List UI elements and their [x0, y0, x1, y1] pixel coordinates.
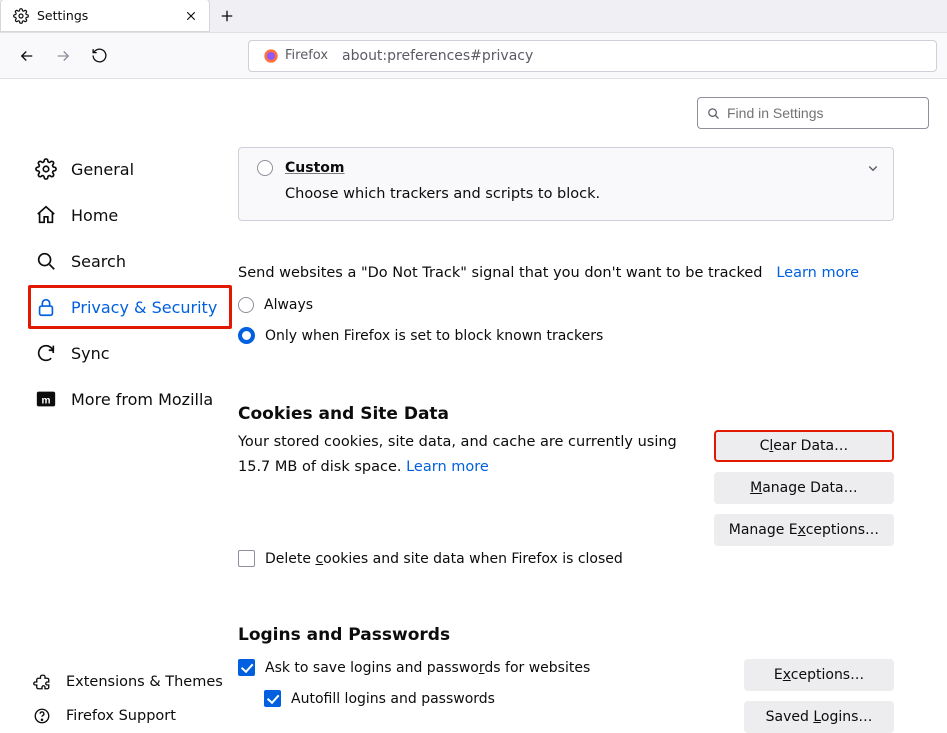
- sync-icon: [35, 342, 57, 364]
- help-icon: [32, 706, 52, 726]
- puzzle-icon: [32, 672, 52, 692]
- logins-exceptions-button[interactable]: Exceptions…: [744, 659, 894, 691]
- sidebar-item-label: More from Mozilla: [71, 390, 213, 409]
- gear-icon: [35, 158, 57, 180]
- checkbox-ask-save-logins[interactable]: [238, 659, 255, 676]
- tab-title: Settings: [37, 8, 175, 23]
- sidebar-item-label: Privacy & Security: [71, 298, 217, 317]
- sidebar-footer-label: Firefox Support: [66, 708, 176, 724]
- identity-label: Firefox: [285, 48, 328, 63]
- delete-on-close-label: Delete cookies and site data when Firefo…: [265, 551, 623, 567]
- dnt-always-label: Always: [264, 297, 313, 313]
- manage-data-button[interactable]: Manage Data…: [714, 472, 894, 504]
- sidebar-item-privacy[interactable]: Privacy & Security: [28, 285, 232, 329]
- back-button[interactable]: [10, 39, 44, 73]
- cookies-title: Cookies and Site Data: [238, 404, 894, 424]
- cookies-desc: Your stored cookies, site data, and cach…: [238, 430, 684, 479]
- firefox-icon: [263, 48, 279, 64]
- home-icon: [35, 204, 57, 226]
- manage-exceptions-button[interactable]: Manage Exceptions…: [714, 514, 894, 546]
- search-input[interactable]: [727, 105, 920, 121]
- browser-tab-settings[interactable]: Settings: [0, 0, 210, 32]
- svg-text:m: m: [42, 396, 51, 407]
- checkbox-delete-on-close[interactable]: [238, 550, 255, 567]
- logins-title: Logins and Passwords: [238, 625, 714, 645]
- new-tab-button[interactable]: [210, 0, 244, 32]
- reload-button[interactable]: [82, 39, 116, 73]
- sidebar-item-label: Home: [71, 206, 118, 225]
- custom-desc: Choose which trackers and scripts to blo…: [285, 186, 853, 202]
- ask-save-logins-label: Ask to save logins and passwords for web…: [265, 660, 590, 676]
- sidebar-item-sync[interactable]: Sync: [28, 331, 232, 375]
- dnt-only-label: Only when Firefox is set to block known …: [265, 328, 603, 344]
- search-icon: [706, 106, 721, 121]
- radio-custom[interactable]: [257, 160, 273, 176]
- nav-toolbar: Firefox about:preferences#privacy: [0, 33, 947, 79]
- settings-sidebar: General Home Search Privacy & Security: [0, 147, 232, 733]
- dnt-section: Send websites a "Do Not Track" signal th…: [238, 265, 894, 344]
- settings-content: Custom Choose which trackers and scripts…: [232, 147, 912, 733]
- sidebar-footer-label: Extensions & Themes: [66, 674, 223, 690]
- sidebar-item-more-mozilla[interactable]: m More from Mozilla: [28, 377, 232, 421]
- tab-strip: Settings: [0, 0, 947, 33]
- url-text: about:preferences#privacy: [342, 48, 533, 64]
- tracking-custom-option[interactable]: Custom Choose which trackers and scripts…: [238, 147, 894, 221]
- cookies-section: Cookies and Site Data Your stored cookie…: [238, 404, 894, 567]
- radio-dnt-always[interactable]: [238, 297, 254, 313]
- gear-icon: [13, 8, 29, 24]
- url-bar[interactable]: Firefox about:preferences#privacy: [248, 40, 937, 72]
- checkbox-autofill-logins[interactable]: [264, 690, 281, 707]
- close-icon[interactable]: [183, 8, 199, 24]
- lock-icon: [35, 296, 57, 318]
- dnt-text: Send websites a "Do Not Track" signal th…: [238, 265, 763, 281]
- search-icon: [35, 250, 57, 272]
- dnt-learn-more-link[interactable]: Learn more: [776, 265, 859, 281]
- chevron-down-icon: [867, 162, 879, 174]
- sidebar-item-label: Search: [71, 252, 126, 271]
- radio-dnt-only[interactable]: [238, 327, 255, 344]
- find-in-settings[interactable]: [697, 97, 929, 129]
- autofill-logins-label: Autofill logins and passwords: [291, 691, 495, 707]
- sidebar-item-support[interactable]: Firefox Support: [28, 699, 232, 733]
- sidebar-item-home[interactable]: Home: [28, 193, 232, 237]
- saved-logins-button[interactable]: Saved Logins…: [744, 701, 894, 733]
- sidebar-item-search[interactable]: Search: [28, 239, 232, 283]
- forward-button[interactable]: [46, 39, 80, 73]
- sidebar-item-extensions[interactable]: Extensions & Themes: [28, 665, 232, 699]
- cookies-learn-more-link[interactable]: Learn more: [406, 459, 489, 475]
- mozilla-icon: m: [35, 388, 57, 410]
- sidebar-item-general[interactable]: General: [28, 147, 232, 191]
- logins-section: Logins and Passwords Ask to save logins …: [238, 625, 894, 733]
- sidebar-item-label: General: [71, 160, 134, 179]
- clear-data-button[interactable]: Clear Data…: [714, 430, 894, 462]
- identity-box[interactable]: Firefox: [257, 46, 334, 66]
- sidebar-item-label: Sync: [71, 344, 110, 363]
- custom-label: Custom: [285, 160, 344, 176]
